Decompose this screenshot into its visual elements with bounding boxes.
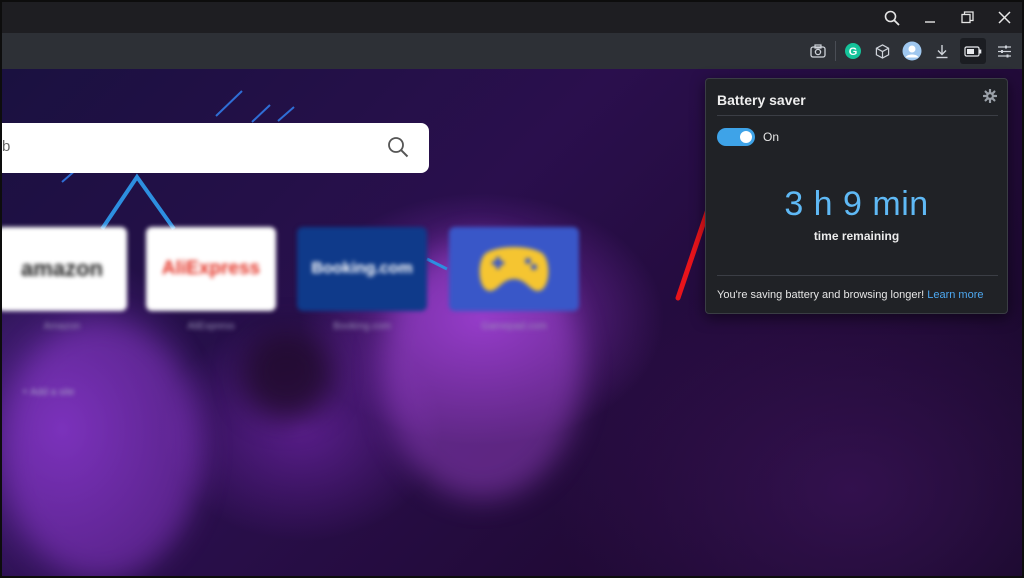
divider	[717, 115, 998, 116]
add-site-button[interactable]: + Add a site	[22, 387, 75, 398]
grammarly-letter: G	[849, 46, 858, 58]
close-icon[interactable]	[986, 2, 1022, 33]
toggle-label: On	[763, 130, 780, 144]
gear-icon[interactable]	[982, 88, 998, 108]
title-bar	[2, 2, 1022, 33]
background-glow	[2, 319, 202, 576]
search-icon[interactable]	[387, 136, 409, 163]
settings-sliders-icon[interactable]	[991, 38, 1017, 64]
profile-icon[interactable]	[899, 38, 925, 64]
time-remaining-value: 3 h 9 min	[784, 185, 929, 223]
grammarly-icon[interactable]: G	[840, 38, 866, 64]
background-figure	[242, 329, 332, 419]
popup-title: Battery saver	[717, 92, 806, 108]
battery-saver-popup: Battery saver On 3 h 9 min time remainin…	[705, 78, 1008, 314]
cube-icon[interactable]	[869, 38, 895, 64]
speed-dial-aliexpress[interactable]: AliExpress	[146, 227, 276, 311]
battery-saver-toggle[interactable]	[717, 128, 755, 146]
download-icon[interactable]	[929, 38, 955, 64]
speed-dial-title: amazon	[21, 256, 103, 281]
search-input[interactable]: b	[2, 138, 10, 155]
popup-footer: You're saving battery and browsing longe…	[717, 289, 984, 301]
browser-toolbar: G	[2, 33, 1022, 69]
time-remaining-caption: time remaining	[813, 229, 900, 243]
speed-dial-label: Gamepad.com	[481, 321, 547, 332]
toolbar-separator	[835, 41, 836, 61]
browser-window: G b amazon Amazon AliExpress AliExpress …	[0, 0, 1024, 578]
restore-icon[interactable]	[949, 2, 985, 33]
toggle-knob	[740, 131, 752, 143]
learn-more-link[interactable]: Learn more	[927, 289, 983, 301]
speed-dial-title: AliExpress	[161, 258, 261, 279]
footer-message: You're saving battery and browsing longe…	[717, 289, 925, 301]
speed-dial-label: Booking.com	[333, 321, 391, 332]
divider	[717, 275, 998, 276]
speed-dial-booking[interactable]: Booking.com	[297, 227, 427, 311]
search-bar[interactable]: b	[2, 123, 429, 173]
speed-dial-label: AliExpress	[187, 321, 235, 332]
gamepad-icon	[479, 247, 549, 291]
minimize-icon[interactable]	[912, 2, 948, 33]
speed-dial-title: Booking.com	[311, 260, 413, 277]
camera-icon[interactable]	[805, 38, 831, 64]
battery-icon[interactable]	[960, 38, 986, 64]
speed-dial-label: Amazon	[43, 321, 81, 332]
speed-dial-gamepad[interactable]	[449, 227, 579, 311]
speed-dial-amazon[interactable]: amazon	[2, 227, 127, 311]
search-icon[interactable]	[874, 2, 910, 33]
